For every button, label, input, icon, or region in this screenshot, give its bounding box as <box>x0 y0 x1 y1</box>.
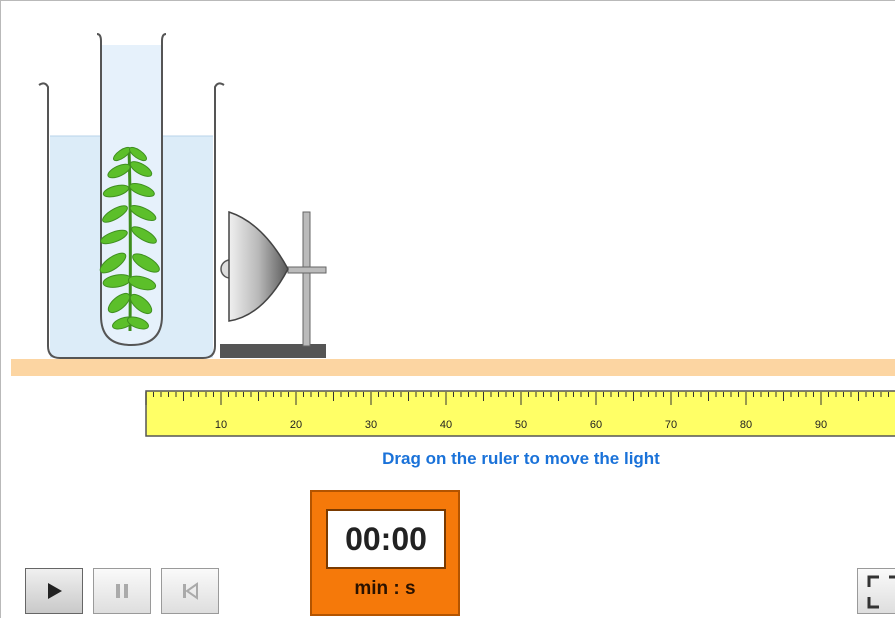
simulation-stage: 10 20 30 40 50 60 70 80 90 Drag on the ruler to … <box>0 0 895 618</box>
ruler-label: 60 <box>590 419 602 431</box>
skip-to-start-icon <box>183 582 198 600</box>
bench <box>11 359 895 376</box>
ruler-label: 70 <box>665 419 677 431</box>
pause-button[interactable] <box>93 568 151 614</box>
ruler-label: 80 <box>740 419 752 431</box>
ruler-label: 20 <box>290 419 302 431</box>
timer-display: 00:00 <box>326 509 446 569</box>
ruler-label: 90 <box>815 419 827 431</box>
lamp-clamp <box>287 266 327 274</box>
timer-units-label: min : s <box>354 578 416 599</box>
play-button[interactable] <box>25 568 83 614</box>
timer: 00:00 min : s <box>310 490 460 616</box>
reset-button[interactable] <box>161 568 219 614</box>
play-icon <box>48 583 62 599</box>
fullscreen-button[interactable] <box>857 568 895 614</box>
lamp-shade <box>228 210 289 322</box>
pause-icon <box>116 584 128 598</box>
ruler[interactable]: 10 20 30 40 50 60 70 80 90 <box>145 390 895 437</box>
ruler-instruction: Drag on the ruler to move the light <box>382 449 660 468</box>
lamp-stand-pole <box>302 211 311 347</box>
ruler-label: 10 <box>215 419 227 431</box>
ruler-label: 50 <box>515 419 527 431</box>
ruler-label: 40 <box>440 419 452 431</box>
lamp <box>220 210 327 358</box>
ruler-label: 30 <box>365 419 377 431</box>
fullscreen-icon <box>867 575 895 609</box>
